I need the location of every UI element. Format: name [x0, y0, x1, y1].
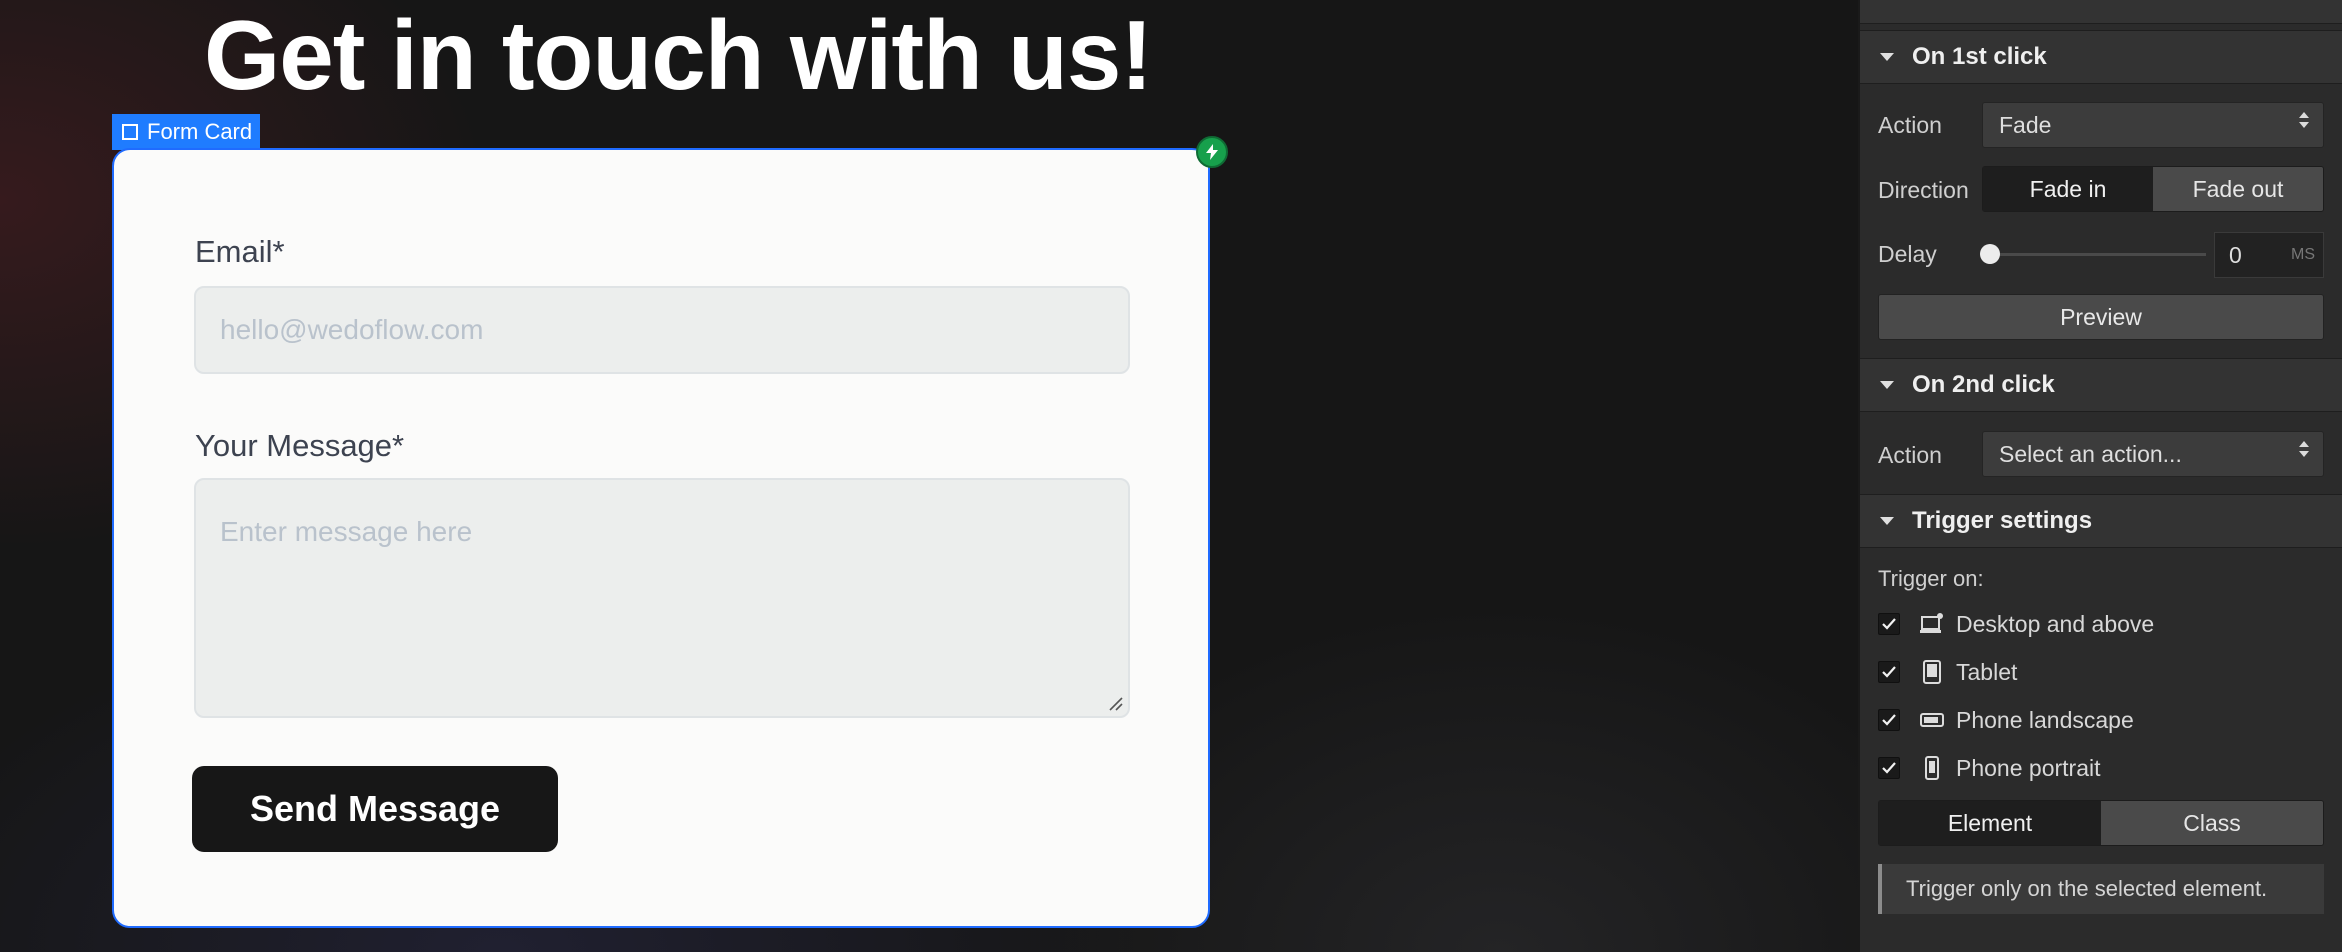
hero-title[interactable]: Get in touch with us!	[204, 0, 1153, 110]
trigger-desktop-row[interactable]: Desktop and above	[1878, 607, 2154, 641]
preview-button[interactable]: Preview	[1878, 294, 2324, 340]
caret-down-icon	[1880, 517, 1894, 525]
trigger-info-note: Trigger only on the selected element.	[1878, 864, 2324, 914]
tablet-label: Tablet	[1956, 658, 2018, 685]
trigger-scope-toggle[interactable]: Element Class	[1878, 800, 2324, 846]
direction-fade-in[interactable]: Fade in	[1983, 167, 2153, 211]
phone-portrait-checkbox[interactable]	[1878, 757, 1900, 779]
desktop-checkbox[interactable]	[1878, 613, 1900, 635]
second-click-title: On 2nd click	[1912, 371, 2055, 398]
scope-element[interactable]: Element	[1879, 801, 2101, 845]
second-action-value: Select an action...	[1999, 440, 2182, 467]
message-field[interactable]: Enter message here	[194, 478, 1130, 718]
delay-slider-handle[interactable]	[1980, 244, 2000, 264]
interactions-panel: On 1st click Action Fade Direction Fade …	[1858, 0, 2342, 952]
caret-down-icon	[1880, 53, 1894, 61]
delay-slider-track[interactable]	[1984, 253, 2206, 256]
interaction-lightning-icon[interactable]	[1196, 136, 1228, 168]
select-arrows-icon	[2299, 112, 2309, 128]
div-block-icon	[122, 124, 138, 140]
phone-landscape-icon	[1918, 706, 1946, 734]
first-click-section-header[interactable]: On 1st click	[1860, 30, 2342, 84]
email-field[interactable]: hello@wedoflow.com	[194, 286, 1130, 374]
email-placeholder: hello@wedoflow.com	[220, 314, 484, 345]
phone-portrait-icon	[1918, 754, 1946, 782]
second-action-label: Action	[1878, 442, 1942, 468]
desktop-label: Desktop and above	[1956, 610, 2155, 637]
direction-fade-out[interactable]: Fade out	[2153, 167, 2323, 211]
trigger-phone-landscape-row[interactable]: Phone landscape	[1878, 703, 2134, 737]
direction-toggle[interactable]: Fade in Fade out	[1982, 166, 2324, 212]
delay-label: Delay	[1878, 241, 1937, 267]
trigger-phone-portrait-row[interactable]: Phone portrait	[1878, 751, 2100, 785]
first-action-value: Fade	[1999, 111, 2052, 138]
email-label: Email*	[195, 234, 285, 269]
phone-portrait-label: Phone portrait	[1956, 754, 2101, 781]
tablet-icon	[1918, 658, 1946, 686]
selection-label[interactable]: Form Card	[112, 114, 261, 150]
phone-landscape-checkbox[interactable]	[1878, 709, 1900, 731]
trigger-on-label: Trigger on:	[1878, 566, 1984, 591]
caret-down-icon	[1880, 381, 1894, 389]
message-label: Your Message*	[195, 428, 405, 463]
select-arrows-icon	[2299, 441, 2309, 457]
resize-handle-icon[interactable]	[1106, 694, 1124, 712]
second-click-section-header[interactable]: On 2nd click	[1860, 358, 2342, 412]
first-click-title: On 1st click	[1912, 43, 2047, 70]
trigger-settings-title: Trigger settings	[1912, 507, 2093, 534]
panel-header-strip	[1860, 0, 2342, 24]
phone-landscape-label: Phone landscape	[1956, 706, 2134, 733]
message-placeholder: Enter message here	[220, 516, 473, 547]
trigger-settings-section-header[interactable]: Trigger settings	[1860, 494, 2342, 548]
delay-unit: MS	[2291, 246, 2315, 263]
selection-label-text: Form Card	[147, 119, 253, 144]
form-card[interactable]: Email* hello@wedoflow.com Your Message* …	[112, 148, 1210, 928]
first-action-select[interactable]: Fade	[1982, 102, 2324, 148]
first-action-label: Action	[1878, 112, 1942, 138]
designer-canvas[interactable]: Get in touch with us! Form Card Email* h…	[0, 0, 1858, 952]
scope-class[interactable]: Class	[2101, 801, 2323, 845]
direction-label: Direction	[1878, 177, 1969, 203]
tablet-checkbox[interactable]	[1878, 661, 1900, 683]
second-action-select[interactable]: Select an action...	[1982, 431, 2324, 477]
desktop-icon	[1918, 610, 1946, 638]
delay-value: 0	[2229, 241, 2242, 268]
send-message-button[interactable]: Send Message	[192, 766, 558, 852]
trigger-tablet-row[interactable]: Tablet	[1878, 655, 2017, 689]
delay-input[interactable]: 0 MS	[2214, 232, 2324, 278]
